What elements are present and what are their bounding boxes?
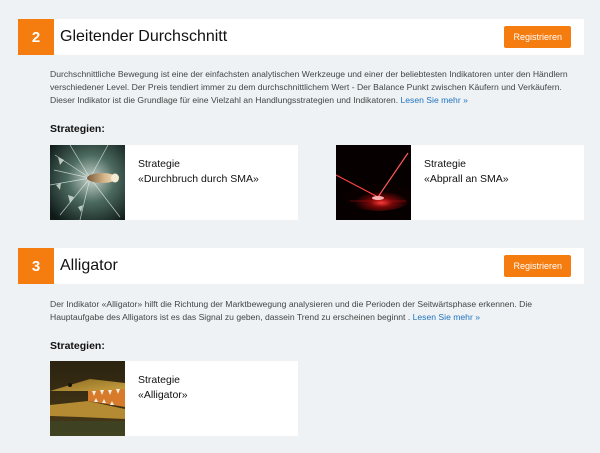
card-strategy-name: «Durchbruch durch SMA»: [138, 173, 259, 185]
strategy-card-durchbruch[interactable]: Strategie «Durchbruch durch SMA»: [50, 145, 298, 220]
card-strategy-name: «Alligator»: [138, 389, 188, 401]
card-text: Strategie «Abprall an SMA»: [424, 157, 509, 187]
section-title: Alligator: [60, 257, 118, 274]
section-description: Durchschnittliche Bewegung ist eine der …: [50, 68, 570, 107]
section-number-badge: 3: [18, 248, 54, 284]
section-number-badge: 2: [18, 19, 54, 55]
section-header-alligator: 3 Alligator Registrieren: [18, 248, 584, 284]
alligator-image: [50, 361, 125, 436]
section-title: Gleitender Durchschnitt: [60, 28, 228, 45]
card-text: Strategie «Alligator»: [138, 373, 188, 403]
read-more-link[interactable]: Lesen Sie mehr »: [413, 312, 480, 322]
register-button[interactable]: Registrieren: [504, 255, 571, 277]
description-text: Durchschnittliche Bewegung ist eine der …: [50, 69, 568, 105]
card-text: Strategie «Durchbruch durch SMA»: [138, 157, 259, 187]
bullet-glass-image: [50, 145, 125, 220]
read-more-link[interactable]: Lesen Sie mehr »: [401, 95, 468, 105]
strategies-heading: Strategien:: [50, 340, 105, 352]
strategies-heading: Strategien:: [50, 123, 105, 135]
strategy-card-alligator[interactable]: Strategie «Alligator»: [50, 361, 298, 436]
laser-image: [336, 145, 411, 220]
section-description: Der Indikator «Alligator» hilft die Rich…: [50, 298, 570, 324]
strategy-card-abprall[interactable]: Strategie «Abprall an SMA»: [336, 145, 584, 220]
card-prefix: Strategie: [424, 158, 467, 170]
card-prefix: Strategie: [138, 158, 181, 170]
section-header-gleitender-durchschnitt: 2 Gleitender Durchschnitt Registrieren: [18, 19, 584, 55]
register-button[interactable]: Registrieren: [504, 26, 571, 48]
card-prefix: Strategie: [138, 374, 181, 386]
card-strategy-name: «Abprall an SMA»: [424, 173, 509, 185]
